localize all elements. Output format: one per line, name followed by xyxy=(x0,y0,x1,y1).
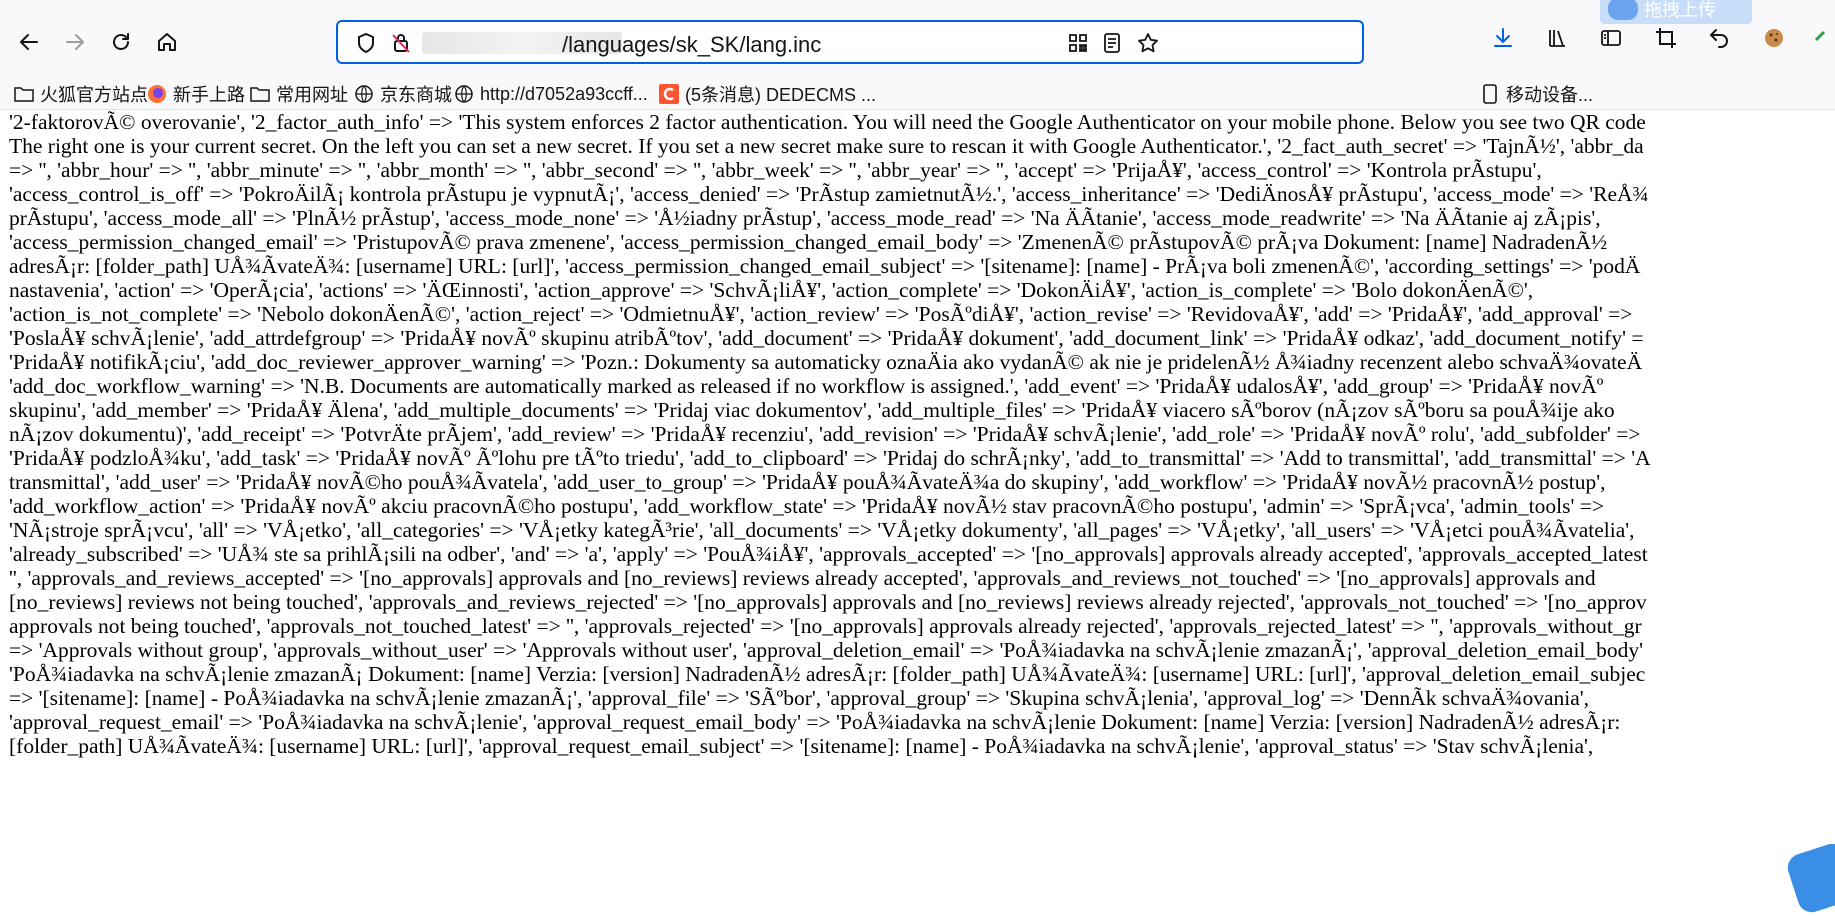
home-button[interactable] xyxy=(149,24,185,60)
download-icon xyxy=(1494,28,1512,47)
bookmark-csdn[interactable]: (5条消息) DEDECMS ... xyxy=(659,82,876,106)
library-icon xyxy=(1549,30,1565,47)
undo-button[interactable] xyxy=(1707,26,1731,55)
qr-code-icon[interactable] xyxy=(1066,31,1090,55)
forward-button[interactable] xyxy=(57,24,93,60)
insecure-lock-icon[interactable] xyxy=(389,31,413,55)
upload-badge-label: 拖拽上传 xyxy=(1644,0,1716,20)
url-text[interactable]: /languages/sk_SK/lang.inc xyxy=(562,32,821,58)
text-line: [folder_path] UÅ¾ÃvateÄ¾: [username] URL… xyxy=(9,734,1594,758)
cookie-icon xyxy=(1765,29,1783,47)
sidebar-icon xyxy=(1601,30,1621,46)
sidebar-button[interactable] xyxy=(1599,26,1623,55)
bookmark-label: 移动设备... xyxy=(1506,85,1594,105)
globe-icon xyxy=(454,84,474,104)
folder-icon xyxy=(250,84,270,104)
bookmark-jd[interactable]: 京东商城 xyxy=(354,82,452,106)
crop-icon xyxy=(1656,28,1676,48)
bookmark-folder-common[interactable]: 常用网址 xyxy=(250,82,348,106)
bookmark-getting-started[interactable]: 新手上路 xyxy=(147,82,245,106)
globe-icon xyxy=(354,84,374,104)
library-button[interactable] xyxy=(1546,26,1570,55)
bookmark-label: (5条消息) DEDECMS ... xyxy=(685,85,877,105)
reload-icon xyxy=(113,33,129,50)
address-bar[interactable]: /languages/sk_SK/lang.inc xyxy=(336,20,1364,64)
drag-upload-badge[interactable]: 拖拽上传 xyxy=(1600,0,1752,24)
undo-icon xyxy=(1709,29,1728,48)
bookmark-label: 京东商城 xyxy=(380,85,452,105)
bookmarks-toolbar: 火狐官方站点 新手上路 常用网址 京东商城 http://d7052a93ccf… xyxy=(0,80,1835,110)
bookmark-label: http://d7052a93ccff... xyxy=(480,83,648,104)
page-content: '2-faktorovÃ© overovanie', '2_factor_aut… xyxy=(0,110,1835,893)
bookmark-star-icon[interactable] xyxy=(1136,31,1160,55)
folder-icon xyxy=(14,84,34,104)
back-button[interactable] xyxy=(11,24,47,60)
csdn-logo-icon xyxy=(659,84,679,104)
firefox-logo-icon xyxy=(147,84,167,104)
bookmark-label: 火狐官方站点 xyxy=(40,85,148,105)
cloud-icon xyxy=(1608,0,1638,20)
home-icon xyxy=(158,33,176,51)
extension-button[interactable] xyxy=(1812,26,1835,55)
bookmark-folder-firefox[interactable]: 火狐官方站点 xyxy=(14,82,148,106)
bookmark-label: 常用网址 xyxy=(276,85,348,105)
cookie-extension-button[interactable] xyxy=(1762,26,1786,55)
reader-view-icon[interactable] xyxy=(1100,31,1124,55)
screenshot-button[interactable] xyxy=(1654,26,1678,55)
bookmark-mobile[interactable]: 移动设备... xyxy=(1480,82,1593,106)
shield-icon[interactable] xyxy=(354,31,378,55)
reload-button[interactable] xyxy=(103,24,139,60)
bookmark-http-link[interactable]: http://d7052a93ccff... xyxy=(454,82,648,106)
downloads-button[interactable] xyxy=(1491,26,1515,55)
extension-icon xyxy=(1814,30,1826,42)
back-arrow-icon xyxy=(20,34,38,50)
bookmark-label: 新手上路 xyxy=(173,85,245,105)
forward-arrow-icon xyxy=(66,34,84,50)
mobile-device-icon xyxy=(1480,84,1500,104)
browser-toolbar: /languages/sk_SK/lang.inc 拖拽上传 xyxy=(0,0,1835,80)
